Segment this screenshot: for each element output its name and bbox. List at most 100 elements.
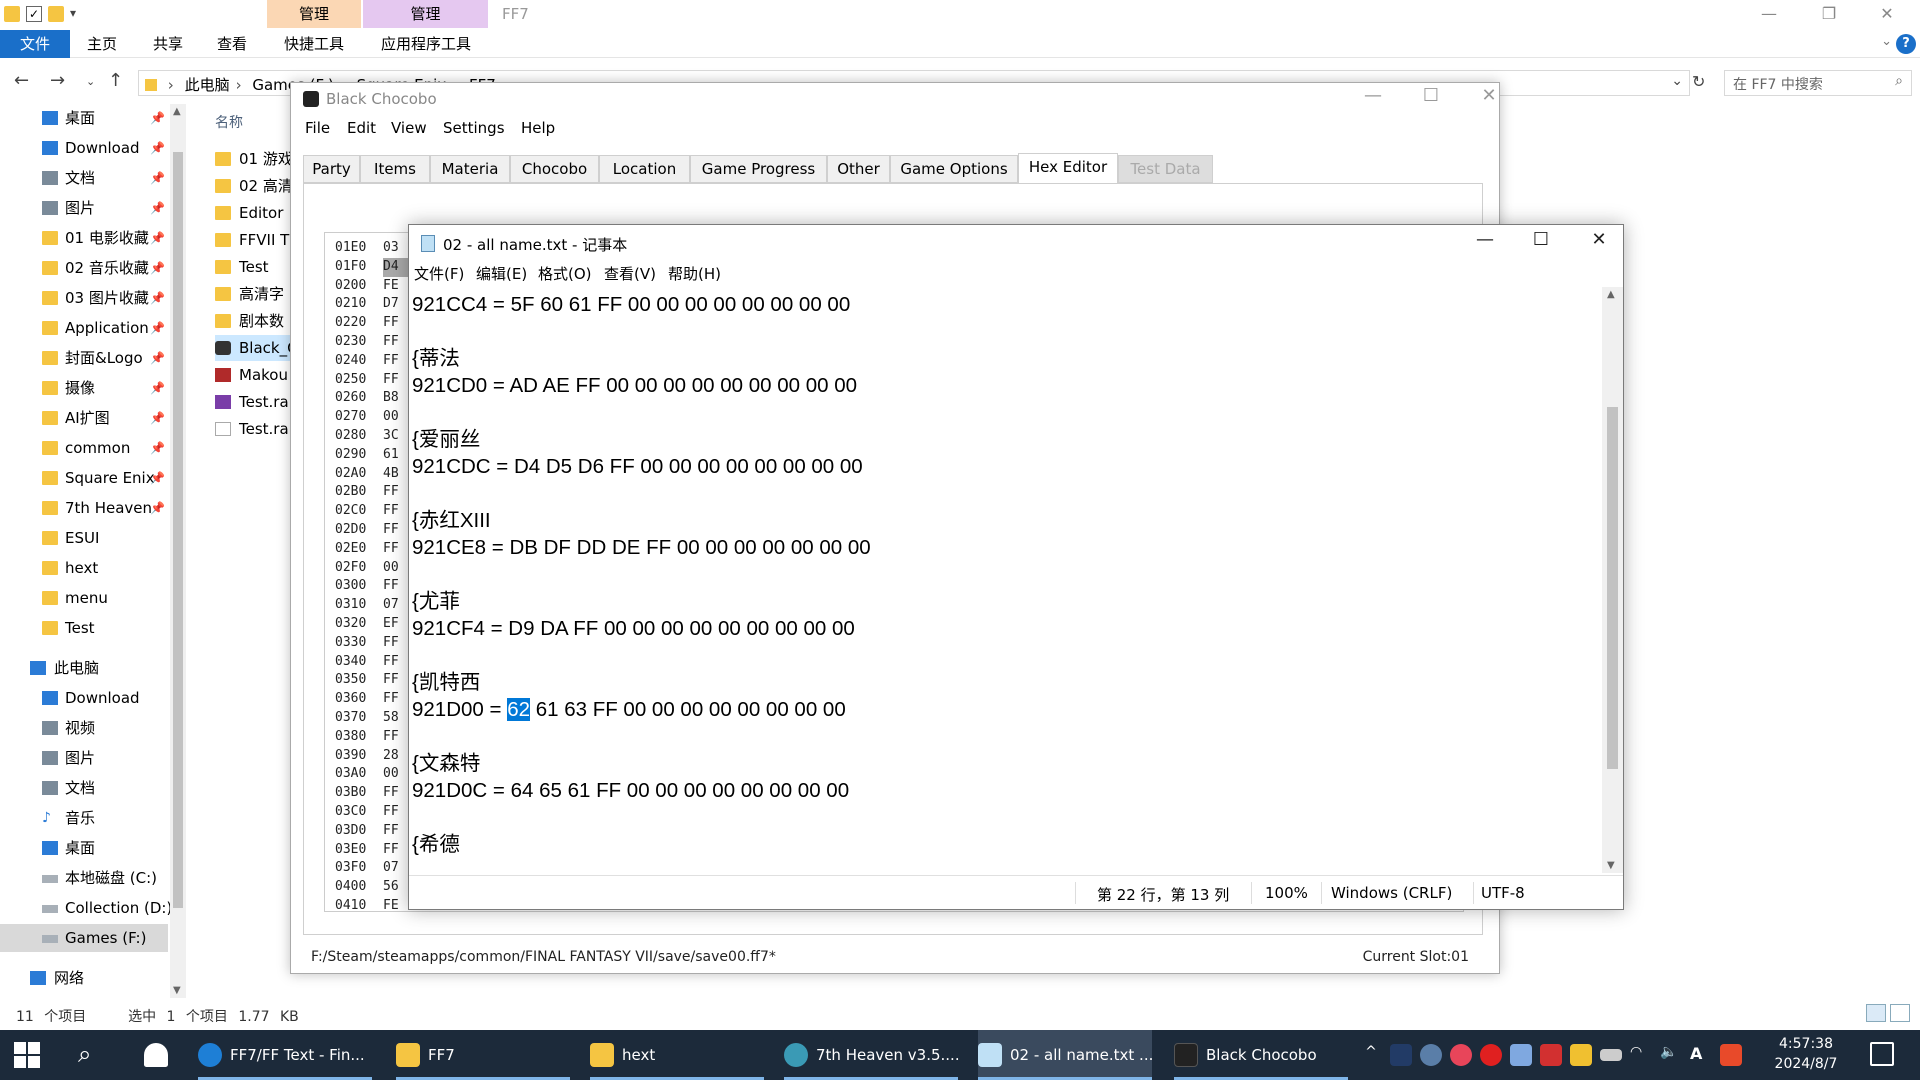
file-list-item[interactable]: Test.ra bbox=[215, 416, 289, 442]
nav-item-desktop[interactable]: 桌面 📌 bbox=[0, 104, 170, 132]
file-list-item[interactable]: 剧本数 bbox=[215, 308, 284, 334]
scroll-up-icon[interactable]: ▲ bbox=[1607, 289, 1615, 300]
ribbon-tab-view[interactable]: 查看 bbox=[212, 30, 252, 58]
scroll-down-icon[interactable]: ▼ bbox=[1607, 860, 1615, 871]
menu-settings[interactable]: Settings bbox=[443, 119, 505, 137]
file-list-item[interactable]: Editor bbox=[215, 200, 283, 226]
nav-item-folder[interactable]: 摄像 📌 bbox=[0, 374, 170, 402]
chevron-down-icon[interactable]: ⌄ bbox=[1881, 34, 1892, 49]
tab-items[interactable]: Items bbox=[360, 155, 430, 183]
tab-game-progress[interactable]: Game Progress bbox=[690, 155, 827, 183]
menu-edit[interactable]: 编辑(E) bbox=[476, 263, 527, 284]
battery-icon[interactable] bbox=[1600, 1049, 1622, 1061]
menu-file[interactable]: File bbox=[305, 119, 330, 137]
menu-view[interactable]: 查看(V) bbox=[604, 263, 656, 284]
nav-item-folder[interactable]: Application 📌 bbox=[0, 314, 170, 342]
minimize-icon[interactable]: — bbox=[1461, 229, 1509, 250]
search-input[interactable]: 在 FF7 中搜索 ⌕ bbox=[1724, 70, 1912, 96]
customize-toolbar-icon[interactable]: ▾ bbox=[70, 6, 86, 22]
menu-format[interactable]: 格式(O) bbox=[538, 263, 592, 284]
file-list-item[interactable]: 02 高清 bbox=[215, 173, 293, 199]
minimize-icon[interactable]: — bbox=[1353, 85, 1393, 106]
security-shield-icon[interactable] bbox=[1570, 1044, 1592, 1066]
search-icon[interactable]: ⌕ bbox=[78, 1040, 91, 1068]
taskbar-app-hext-folder[interactable]: hext bbox=[590, 1030, 764, 1080]
menu-help[interactable]: 帮助(H) bbox=[668, 263, 721, 284]
nav-item-pictures[interactable]: 图片 bbox=[0, 744, 170, 772]
nav-item-music[interactable]: ♪ 音乐 bbox=[0, 804, 170, 832]
maximize-icon[interactable]: ☐ bbox=[1411, 85, 1451, 106]
scrollbar-thumb[interactable] bbox=[173, 152, 183, 908]
file-list-item[interactable]: 高清字 bbox=[215, 281, 284, 307]
file-list-item[interactable]: 01 游戏 bbox=[215, 146, 293, 172]
menu-help[interactable]: Help bbox=[521, 119, 555, 137]
tab-location[interactable]: Location bbox=[599, 155, 690, 183]
recent-locations-chevron-icon[interactable]: ⌄ bbox=[86, 75, 95, 88]
nav-item-folder[interactable]: 封面&Logo 📌 bbox=[0, 344, 170, 372]
tab-party[interactable]: Party bbox=[303, 155, 360, 183]
nav-item-drive-c[interactable]: 本地磁盘 (C:) bbox=[0, 864, 170, 892]
refresh-icon[interactable]: ↻ bbox=[1692, 72, 1705, 91]
nav-item-folder[interactable]: Test bbox=[0, 614, 170, 642]
tray-app-icon[interactable] bbox=[1540, 1044, 1562, 1066]
record-icon[interactable] bbox=[1480, 1044, 1502, 1066]
maximize-icon[interactable]: ☐ bbox=[1517, 229, 1565, 250]
file-list-item[interactable]: Test.ra bbox=[215, 389, 289, 415]
taskbar-app-7th-heaven[interactable]: 7th Heaven v3.5.... bbox=[784, 1030, 960, 1080]
up-arrow-icon[interactable]: ↑ bbox=[108, 70, 123, 91]
back-arrow-icon[interactable]: ← bbox=[14, 70, 29, 91]
nav-item-network[interactable]: 网络 bbox=[0, 964, 170, 992]
close-icon[interactable]: ✕ bbox=[1469, 85, 1509, 106]
minimize-icon[interactable]: — bbox=[1746, 0, 1792, 30]
menu-file[interactable]: 文件(F) bbox=[414, 263, 464, 284]
tab-other[interactable]: Other bbox=[827, 155, 890, 183]
ribbon-tab-app-tools[interactable]: 应用程序工具 bbox=[376, 30, 476, 58]
file-list-item[interactable]: FFVII T bbox=[215, 227, 289, 253]
nav-item-videos[interactable]: 视频 bbox=[0, 714, 170, 742]
ribbon-tab-share[interactable]: 共享 bbox=[148, 30, 188, 58]
windows-start-icon[interactable] bbox=[14, 1042, 40, 1068]
nav-item-folder[interactable]: 01 电影收藏 📌 bbox=[0, 224, 170, 252]
file-list-item[interactable]: Test bbox=[215, 254, 269, 280]
restore-icon[interactable]: ❐ bbox=[1806, 0, 1852, 30]
tab-game-options[interactable]: Game Options bbox=[890, 155, 1018, 183]
nav-item-pictures[interactable]: 图片 📌 bbox=[0, 194, 170, 222]
nav-scrollbar[interactable]: ▲ ▼ bbox=[170, 104, 186, 998]
taskbar-app-black-chocobo[interactable]: Black Chocobo bbox=[1174, 1030, 1348, 1080]
context-tab-manage-app[interactable]: 管理 bbox=[363, 0, 488, 28]
steam-icon[interactable] bbox=[1420, 1044, 1442, 1066]
input-method-icon[interactable]: A bbox=[1690, 1044, 1712, 1066]
file-list-item[interactable]: Makou bbox=[215, 362, 288, 388]
new-folder-icon[interactable] bbox=[48, 6, 64, 22]
tab-chocobo[interactable]: Chocobo bbox=[510, 155, 599, 183]
tray-app-icon[interactable] bbox=[1450, 1044, 1472, 1066]
scroll-down-icon[interactable]: ▼ bbox=[173, 985, 181, 996]
tray-app-icon[interactable] bbox=[1390, 1044, 1412, 1066]
nav-item-folder[interactable]: menu bbox=[0, 584, 170, 612]
file-list-item-selected[interactable]: Black_C bbox=[215, 335, 298, 361]
clock[interactable]: 4:57:38 2024/8/7 bbox=[1772, 1034, 1840, 1074]
close-icon[interactable]: ✕ bbox=[1864, 0, 1910, 30]
ribbon-tab-home[interactable]: 主页 bbox=[82, 30, 122, 58]
column-header-name[interactable]: 名称 bbox=[215, 112, 243, 132]
volume-icon[interactable]: 🔈 bbox=[1660, 1044, 1682, 1066]
folder-icon[interactable] bbox=[4, 6, 20, 22]
nav-item-this-pc[interactable]: 此电脑 bbox=[0, 654, 170, 682]
nav-item-folder[interactable]: common 📌 bbox=[0, 434, 170, 462]
nav-item-desktop[interactable]: 桌面 bbox=[0, 834, 170, 862]
menu-edit[interactable]: Edit bbox=[347, 119, 376, 137]
close-icon[interactable]: ✕ bbox=[1575, 229, 1623, 250]
tab-materia[interactable]: Materia bbox=[430, 155, 510, 183]
nav-item-folder[interactable]: 02 音乐收藏 📌 bbox=[0, 254, 170, 282]
selected-text[interactable]: 62 bbox=[507, 698, 530, 721]
fox-app-icon[interactable] bbox=[144, 1043, 168, 1067]
nav-item-documents[interactable]: 文档 bbox=[0, 774, 170, 802]
taskbar-app-ff7-folder[interactable]: FF7 bbox=[396, 1030, 570, 1080]
tray-app-icon[interactable] bbox=[1510, 1044, 1532, 1066]
menu-view[interactable]: View bbox=[391, 119, 427, 137]
details-view-icon[interactable] bbox=[1866, 1004, 1886, 1022]
properties-check-icon[interactable]: ✓ bbox=[26, 6, 42, 22]
notepad-text-area[interactable]: 921CC4 = 5F 60 61 FF 00 00 00 00 00 00 0… bbox=[409, 287, 1602, 873]
nav-item-drive-f[interactable]: Games (F:) bbox=[0, 924, 168, 952]
show-hidden-icons-icon[interactable]: ^ bbox=[1360, 1044, 1382, 1066]
